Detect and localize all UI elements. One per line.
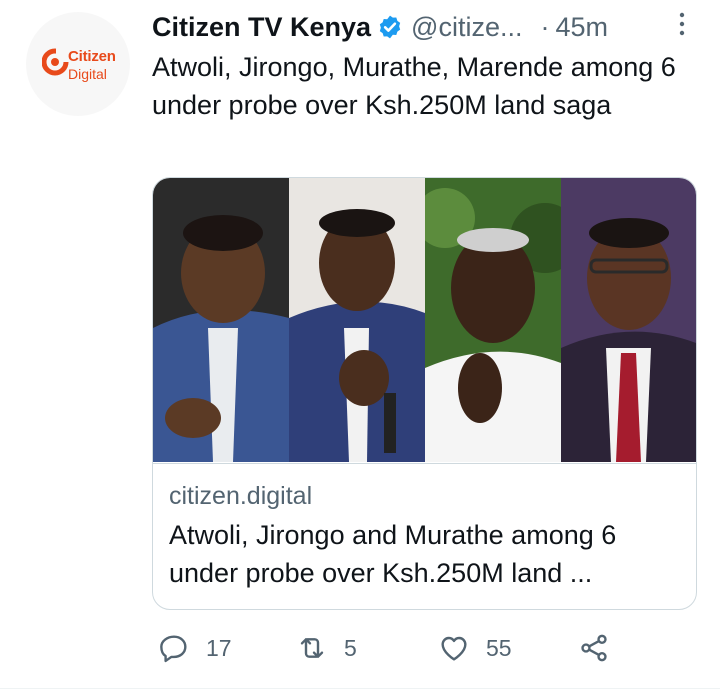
tweet-actions: 17 5 55 (152, 628, 692, 668)
retweet-button[interactable]: 5 (296, 628, 357, 668)
like-count: 55 (486, 634, 512, 661)
card-meta: citizen.digital Atwoli, Jirongo and Mura… (153, 463, 696, 609)
card-title: Atwoli, Jirongo and Murathe among 6 unde… (169, 520, 617, 588)
reply-count: 17 (206, 634, 232, 661)
card-image-panel-4 (561, 178, 696, 462)
avatar[interactable]: Citizen Digital (26, 12, 130, 116)
tweet-divider (0, 688, 720, 689)
reply-icon (160, 635, 187, 663)
tweet-text: Atwoli, Jirongo, Murathe, Marende among … (152, 52, 676, 120)
author-display-name[interactable]: Citizen TV Kenya (152, 12, 371, 43)
citizen-digital-logo-icon (42, 48, 70, 76)
share-icon (581, 634, 607, 662)
retweet-count: 5 (344, 634, 357, 661)
meta-separator: · (540, 11, 550, 42)
like-icon (441, 636, 467, 661)
card-image (153, 178, 696, 462)
link-preview-card[interactable]: citizen.digital Atwoli, Jirongo and Mura… (152, 177, 697, 610)
avatar-logo-line2: Digital (68, 66, 107, 82)
like-button[interactable]: 55 (438, 628, 512, 668)
more-options-icon[interactable] (672, 10, 692, 38)
verified-badge-icon (379, 15, 401, 39)
share-button[interactable] (578, 628, 610, 668)
retweet-icon (300, 638, 324, 658)
avatar-logo-line1: Citizen (68, 48, 116, 65)
reply-button[interactable]: 17 (158, 628, 232, 668)
tweet-header: Citizen TV Kenya @citize... · 45m (152, 10, 692, 44)
card-domain: citizen.digital (169, 482, 313, 510)
card-image-panel-1 (153, 178, 289, 462)
author-handle[interactable]: @citize... (411, 12, 522, 43)
card-image-panel-2 (289, 178, 425, 462)
card-image-panel-3 (425, 178, 561, 462)
tweet-timestamp[interactable]: 45m (555, 12, 608, 43)
